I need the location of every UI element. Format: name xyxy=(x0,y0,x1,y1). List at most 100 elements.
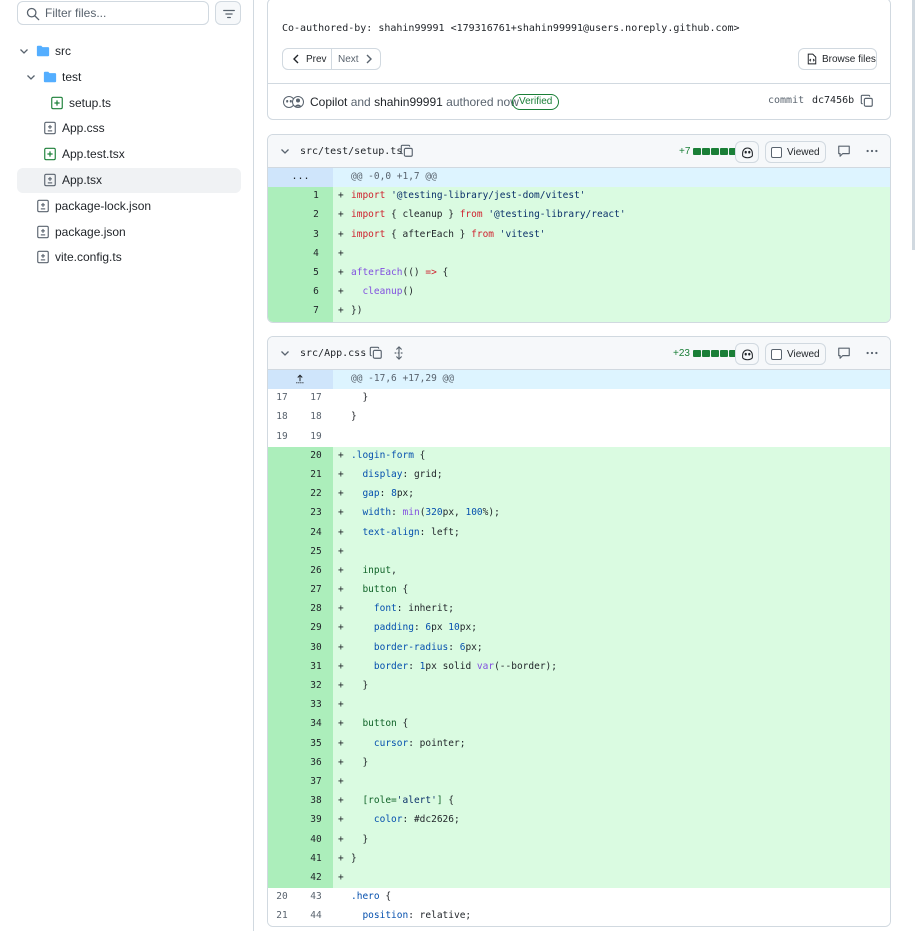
chevron-down-icon[interactable] xyxy=(280,146,290,156)
expand-hunk-dots[interactable]: ... xyxy=(268,168,333,187)
tree-item-vite-config-ts[interactable]: vite.config.ts xyxy=(17,245,241,270)
context-line: 17 17 } xyxy=(268,389,890,409)
new-line-number[interactable]: 40 xyxy=(300,834,332,845)
new-line-number[interactable]: 18 xyxy=(300,411,332,422)
author-user-link[interactable]: shahin99991 xyxy=(374,95,443,109)
chevron-down-icon[interactable] xyxy=(280,348,290,358)
tree-item-src[interactable]: src xyxy=(17,39,241,64)
code-text: import '@testing-library/jest-dom/vitest… xyxy=(351,190,586,202)
new-line-number[interactable]: 26 xyxy=(300,565,332,576)
new-line-number[interactable]: 38 xyxy=(300,795,332,806)
new-line-number[interactable]: 32 xyxy=(300,680,332,691)
file-modified-icon xyxy=(37,225,49,238)
viewed-checkbox[interactable]: Viewed xyxy=(765,141,826,163)
new-line-number[interactable]: 6 xyxy=(300,286,332,297)
copy-icon[interactable] xyxy=(369,346,383,360)
new-line-number[interactable]: 1 xyxy=(300,190,332,201)
added-line: 30 + border-radius: 6px; xyxy=(268,638,890,658)
new-line-number[interactable]: 34 xyxy=(300,718,332,729)
new-line-number[interactable]: 37 xyxy=(300,776,332,787)
new-line-number[interactable]: 42 xyxy=(300,872,332,883)
file-name[interactable]: src/test/setup.ts xyxy=(300,146,402,157)
comment-icon[interactable] xyxy=(837,346,851,360)
copy-icon[interactable] xyxy=(860,94,874,108)
code-text: border-radius: 6px; xyxy=(373,641,483,653)
tree-item-app-css[interactable]: App.css xyxy=(17,116,241,141)
new-line-number[interactable]: 2 xyxy=(300,209,332,220)
new-line-number[interactable]: 22 xyxy=(300,488,332,499)
new-line-number[interactable]: 23 xyxy=(300,507,332,518)
old-line-number[interactable]: 19 xyxy=(268,431,296,442)
code-text: [role='alert'] { xyxy=(362,795,455,807)
copilot-button[interactable] xyxy=(735,343,759,365)
page-scrollbar[interactable] xyxy=(912,0,915,250)
commit-label: commit xyxy=(768,95,805,106)
new-line-number[interactable]: 17 xyxy=(300,392,332,403)
hunk-header-row: ... @@ -0,0 +1,7 @@ xyxy=(268,168,890,188)
viewed-checkbox[interactable]: Viewed xyxy=(765,343,826,365)
tree-item-app-test-tsx[interactable]: App.test.tsx xyxy=(17,142,241,167)
old-line-number[interactable]: 18 xyxy=(268,411,296,422)
author-avatars[interactable] xyxy=(283,95,305,109)
file-name[interactable]: src/App.css xyxy=(300,348,366,359)
new-line-number[interactable]: 3 xyxy=(300,229,332,240)
new-line-number[interactable]: 20 xyxy=(300,450,332,461)
new-line-number[interactable]: 39 xyxy=(300,814,332,825)
new-line-number[interactable]: 35 xyxy=(300,738,332,749)
new-line-number[interactable]: 41 xyxy=(300,853,332,864)
browse-files-button[interactable]: Browse files xyxy=(798,48,877,70)
new-line-number[interactable]: 43 xyxy=(300,891,332,902)
old-line-number[interactable]: 17 xyxy=(268,392,296,403)
code-text: input, xyxy=(362,564,397,576)
new-line-number[interactable]: 21 xyxy=(300,469,332,480)
new-line-number[interactable]: 28 xyxy=(300,603,332,614)
filter-options-button[interactable] xyxy=(215,1,241,25)
expand-up-icon[interactable] xyxy=(268,370,333,389)
new-line-number[interactable]: 19 xyxy=(300,431,332,442)
added-line: 39 + color: #dc2626; xyxy=(268,811,890,831)
new-line-number[interactable]: 44 xyxy=(300,910,332,921)
author-copilot-link[interactable]: Copilot xyxy=(310,95,347,109)
copy-icon[interactable] xyxy=(400,144,414,158)
tree-item-package-json[interactable]: package.json xyxy=(17,220,241,245)
context-line: 20 43 .hero { xyxy=(268,888,890,908)
kebab-menu-icon[interactable] xyxy=(865,346,879,360)
tree-item-label: App.tsx xyxy=(62,173,103,187)
next-button[interactable]: Next xyxy=(332,49,380,69)
added-line: 7 +}) xyxy=(268,302,890,322)
new-line-number[interactable]: 24 xyxy=(300,527,332,538)
prev-button[interactable]: Prev xyxy=(283,49,332,69)
new-line-number[interactable]: 27 xyxy=(300,584,332,595)
commit-message-box: Co-authored-by: shahin99991 <179316761+s… xyxy=(267,0,891,120)
new-line-number[interactable]: 5 xyxy=(300,267,332,278)
added-line: 37 + xyxy=(268,772,890,793)
filter-files-field[interactable] xyxy=(17,1,209,25)
added-line: 34 + button { xyxy=(268,715,890,735)
new-line-number[interactable]: 4 xyxy=(300,248,332,259)
old-line-number[interactable]: 21 xyxy=(268,910,296,921)
tree-item-package-lock-json[interactable]: package-lock.json xyxy=(17,194,241,219)
copilot-button[interactable] xyxy=(735,141,759,163)
kebab-menu-icon[interactable] xyxy=(865,144,879,158)
added-line: 35 + cursor: pointer; xyxy=(268,734,890,754)
tree-item-test[interactable]: test xyxy=(17,65,241,90)
filter-files-input[interactable] xyxy=(45,4,203,22)
new-line-number[interactable]: 25 xyxy=(300,546,332,557)
old-line-number[interactable]: 20 xyxy=(268,891,296,902)
expand-all-icon[interactable] xyxy=(392,346,406,360)
tree-item-label: App.test.tsx xyxy=(62,147,125,162)
new-line-number[interactable]: 7 xyxy=(300,305,332,316)
verified-badge[interactable]: Verified xyxy=(512,94,560,110)
tree-item-setup-ts[interactable]: setup.ts xyxy=(17,91,241,116)
new-line-number[interactable]: 29 xyxy=(300,622,332,633)
unfold-up-icon xyxy=(296,374,304,384)
additions-count: +7 xyxy=(679,146,691,157)
new-line-number[interactable]: 33 xyxy=(300,699,332,710)
new-line-number[interactable]: 30 xyxy=(300,642,332,653)
tree-item-app-tsx[interactable]: App.tsx xyxy=(17,168,241,193)
new-line-number[interactable]: 31 xyxy=(300,661,332,672)
additions-count: +23 xyxy=(673,348,690,359)
chevron-down-icon xyxy=(27,74,35,80)
comment-icon[interactable] xyxy=(837,144,851,158)
new-line-number[interactable]: 36 xyxy=(300,757,332,768)
